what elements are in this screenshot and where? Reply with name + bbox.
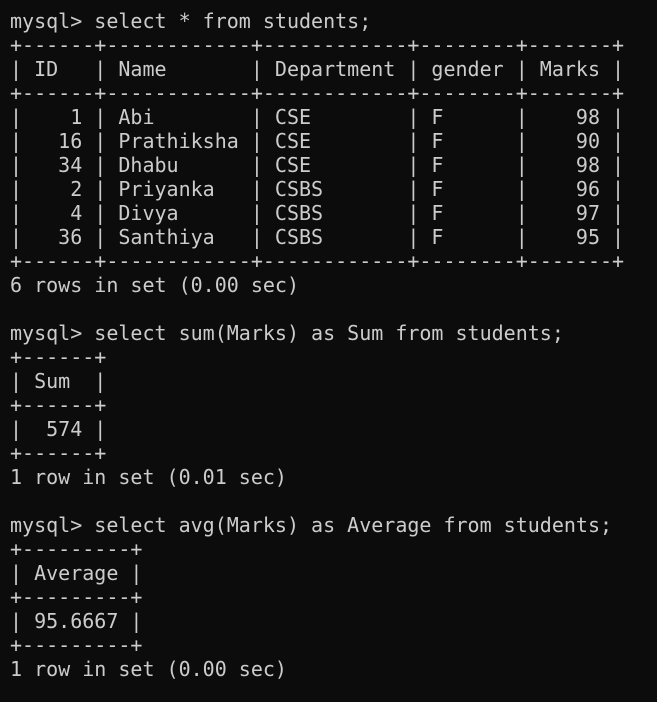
table-border: +------+------------+------------+------… xyxy=(10,249,625,273)
table-row: | 2 | Priyanka | CSBS | F | 96 | xyxy=(10,177,625,201)
table-border: +------+ xyxy=(10,393,107,417)
table-row: | 34 | Dhabu | CSE | F | 98 | xyxy=(10,153,625,177)
table-header: | Average | xyxy=(10,561,143,585)
table-border: +------+------------+------------+------… xyxy=(10,81,625,105)
table-border: +---------+ xyxy=(10,585,143,609)
table-border: +---------+ xyxy=(10,633,143,657)
table-border: +------+ xyxy=(10,345,107,369)
table-header: | Sum | xyxy=(10,369,107,393)
command-line: mysql> select avg(Marks) as Average from… xyxy=(10,513,613,537)
terminal-window[interactable]: mysql> select * from students; +------+-… xyxy=(0,0,657,702)
table-row: | 1 | Abi | CSE | F | 98 | xyxy=(10,105,625,129)
table-row: | 95.6667 | xyxy=(10,609,143,633)
result-status: 1 row in set (0.00 sec) xyxy=(10,657,287,681)
table-border: +------+ xyxy=(10,441,107,465)
table-border: +---------+ xyxy=(10,537,143,561)
table-row: | 574 | xyxy=(10,417,107,441)
table-row: | 16 | Prathiksha | CSE | F | 90 | xyxy=(10,129,625,153)
result-status: 1 row in set (0.01 sec) xyxy=(10,465,287,489)
table-header: | ID | Name | Department | gender | Mark… xyxy=(10,57,625,81)
table-row: | 36 | Santhiya | CSBS | F | 95 | xyxy=(10,225,625,249)
table-row: | 4 | Divya | CSBS | F | 97 | xyxy=(10,201,625,225)
command-line: mysql> select * from students; xyxy=(10,9,372,33)
table-border: +------+------------+------------+------… xyxy=(10,33,625,57)
command-line: mysql> select sum(Marks) as Sum from stu… xyxy=(10,321,564,345)
result-status: 6 rows in set (0.00 sec) xyxy=(10,273,299,297)
